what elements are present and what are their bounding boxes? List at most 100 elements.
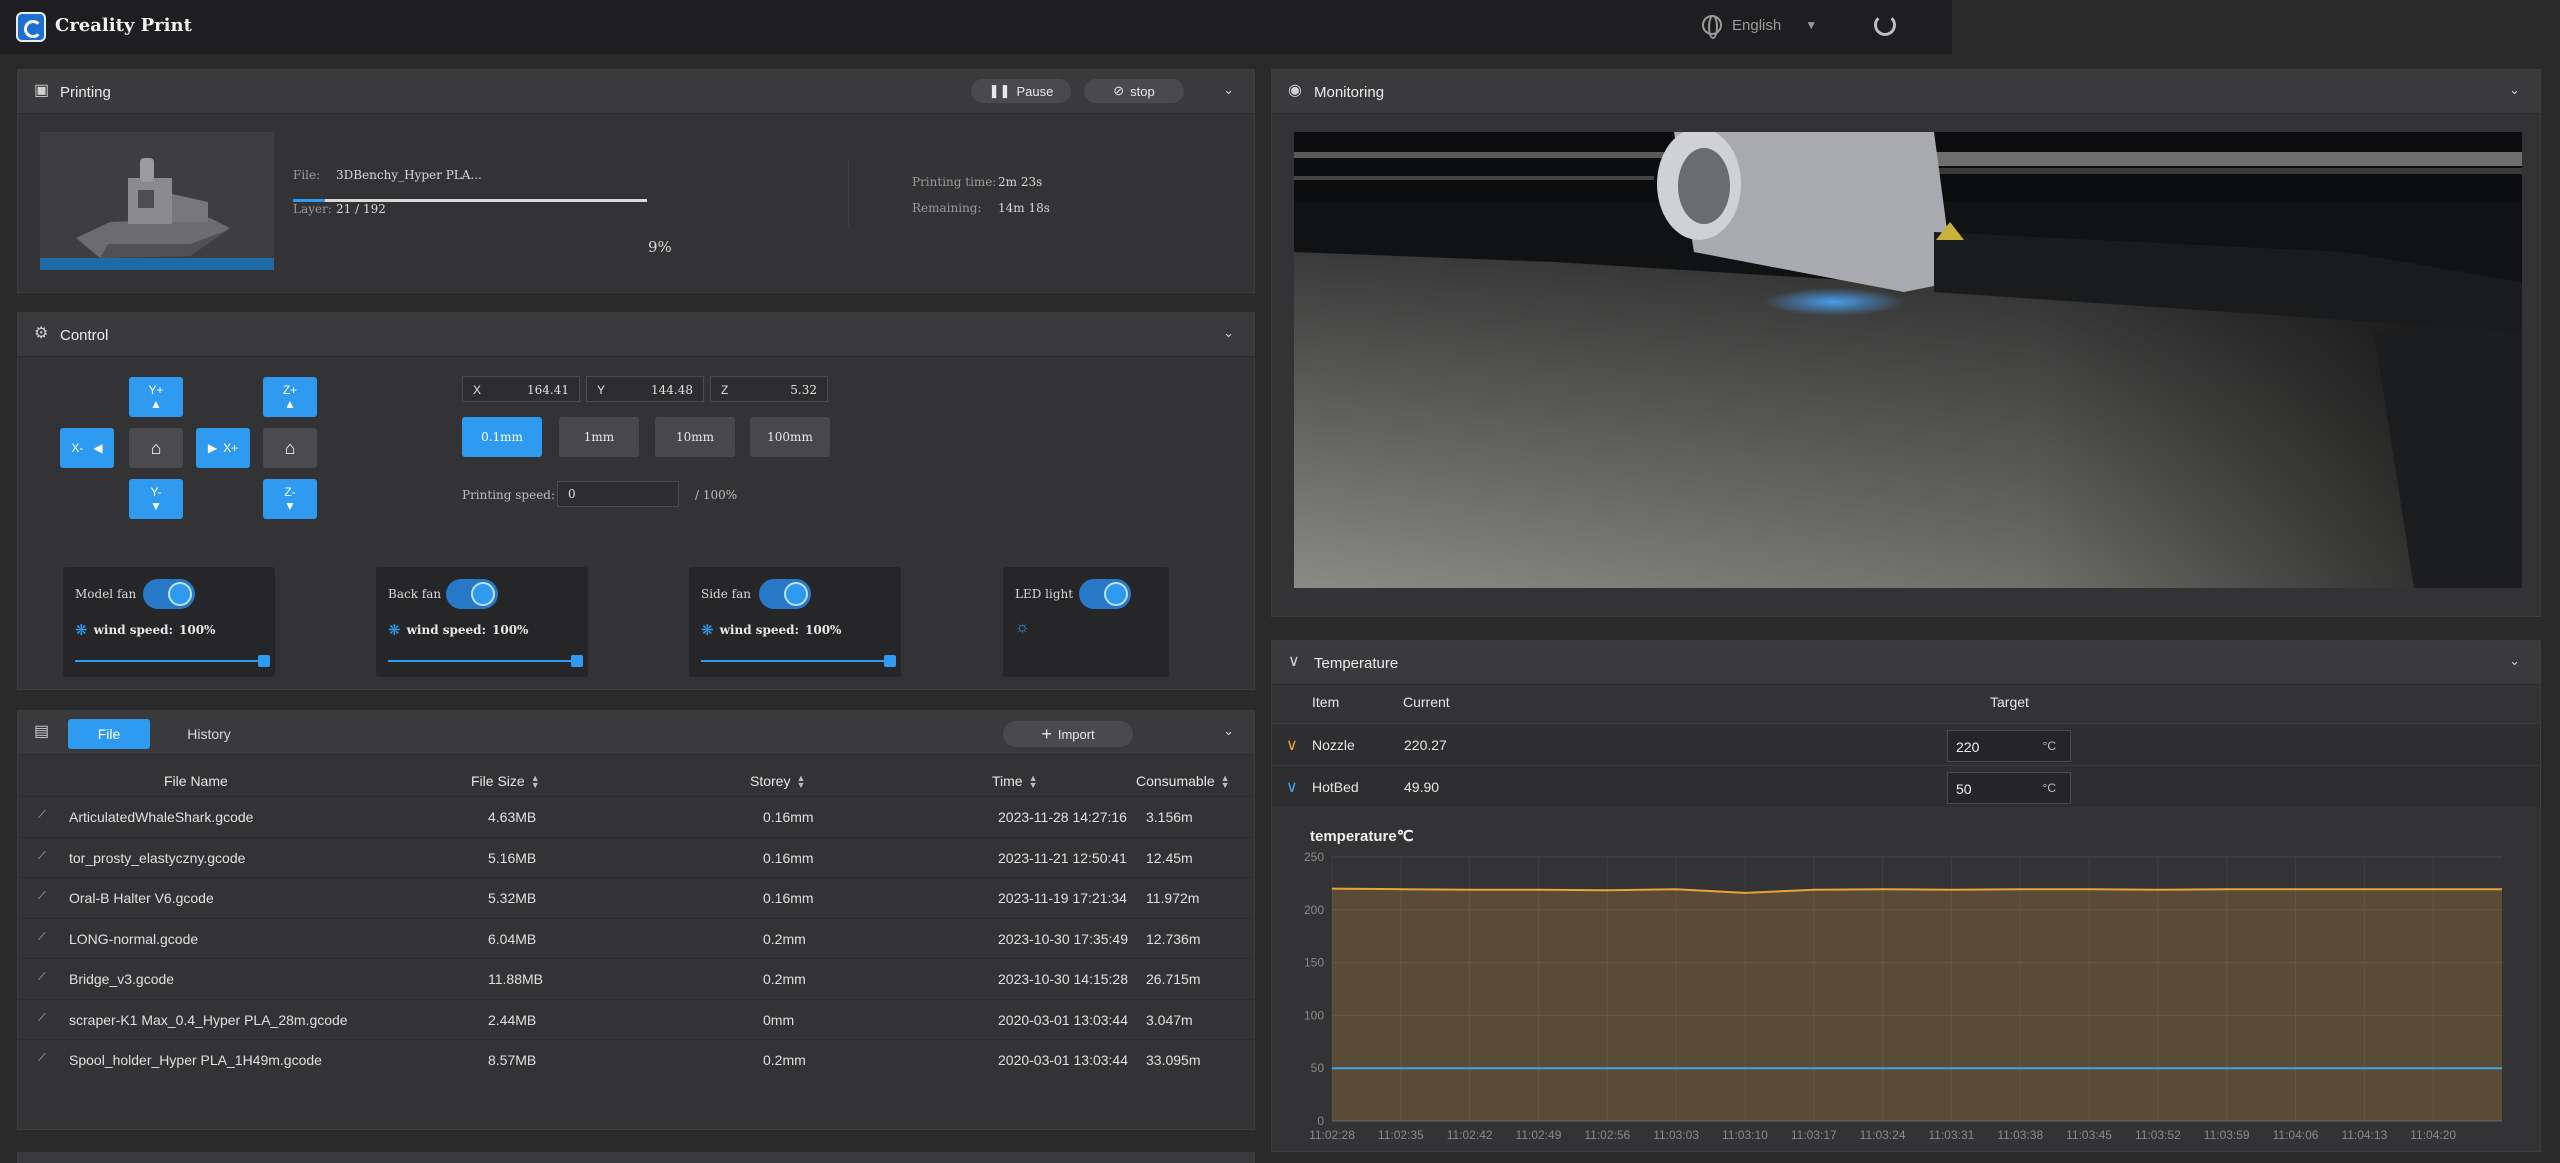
model-thumbnail: [40, 132, 274, 270]
tab-file[interactable]: File: [68, 719, 150, 749]
x-minus-button[interactable]: X- ◀: [60, 428, 114, 468]
nozzle-target-input[interactable]: 220 °C: [1947, 730, 2071, 762]
cell-storey: 0.16mm: [763, 849, 814, 866]
side-fan-toggle[interactable]: [759, 579, 811, 609]
table-row[interactable]: ⟋ LONG-normal.gcode 6.04MB 0.2mm 2023-10-30 …: [18, 917, 1254, 958]
build-plate: [40, 258, 274, 270]
stop-button[interactable]: ⊘ stop: [1084, 79, 1184, 103]
y-tick-label: 50: [1311, 1061, 1325, 1075]
cell-storey: 0mm: [763, 1011, 795, 1028]
nozzle-row: ∨ Nozzle 220.27 220 °C: [1272, 723, 2540, 765]
model-fan-slider[interactable]: [75, 655, 270, 667]
remaining-label: Remaining:: [912, 201, 982, 215]
step-1mm-button[interactable]: 1mm: [559, 417, 639, 457]
language-selector[interactable]: English ▼: [1702, 15, 1818, 39]
table-row[interactable]: ⟋ ArticulatedWhaleShark.gcode 4.63MB 0.16mm…: [18, 796, 1254, 836]
printing-speed-label: Printing speed:: [462, 488, 556, 502]
cell-size: 4.63MB: [488, 809, 537, 825]
sort-icon: ▲ ▼: [530, 773, 540, 791]
chevron-down-icon: ▼: [1805, 18, 1818, 32]
cell-time: 2023-11-19 17:21:34: [998, 890, 1127, 906]
col-storey[interactable]: Storey ▲ ▼: [750, 773, 806, 791]
side-fan-slider[interactable]: [701, 655, 896, 667]
home-icon: ⌂: [150, 437, 162, 458]
collapse-chevron-icon[interactable]: ⌄: [1223, 82, 1234, 98]
remaining-value: 14m 18s: [998, 201, 1050, 215]
hotbed-target-input[interactable]: 50 °C: [1947, 772, 2071, 804]
back-fan-toggle[interactable]: [446, 579, 498, 609]
gcode-file-icon: ⟋: [38, 809, 46, 821]
cell-consumable: 12.45m: [1146, 849, 1193, 866]
temperature-panel: ∨ Temperature ⌄ Item Current Target ∨ No…: [1271, 640, 2541, 1152]
col-time[interactable]: Time ▲ ▼: [992, 773, 1038, 790]
import-button[interactable]: + Import: [1003, 721, 1133, 747]
cell-name: Spool_holder_Hyper PLA_1H49m.gcode: [69, 1052, 322, 1068]
collapse-chevron-icon[interactable]: ⌄: [2509, 653, 2520, 669]
y-minus-button[interactable]: Y- ▼: [129, 479, 183, 519]
gcode-file-icon: ⟋: [38, 1011, 46, 1024]
printing-time-value: 2m 23s: [998, 175, 1043, 189]
printing-speed-input[interactable]: 0: [557, 481, 679, 507]
step-0.1mm-button[interactable]: 0.1mm: [462, 417, 542, 457]
camera-icon: ◉: [1288, 82, 1302, 99]
cell-consumable: 33.095m: [1146, 1052, 1201, 1068]
nozzle-current: 220.27: [1404, 737, 1447, 753]
step-10mm-button[interactable]: 10mm: [655, 417, 735, 457]
x-tick-label: 11:03:38: [1997, 1128, 2043, 1141]
collapse-chevron-icon[interactable]: ⌄: [2509, 82, 2520, 98]
x-tick-label: 11:04:20: [2410, 1128, 2456, 1141]
table-row[interactable]: ⟋ tor_prosty_elastyczny.gcode 5.16MB 0.16mm…: [18, 836, 1254, 877]
col-consumable[interactable]: Consumable ▲ ▼: [1136, 773, 1230, 790]
x-plus-button[interactable]: ▶ X+: [196, 428, 250, 468]
col-item: Item: [1312, 694, 1340, 710]
cell-size: 2.44MB: [488, 1011, 537, 1028]
control-panel: ⚙ Control ⌄ Y+ ▲ X- ◀ ⌂ ▶ X+ Y- ▼ Z+ ▲ ⌂ Z- ▼ …: [17, 312, 1255, 690]
hotbed-row: ∨ HotBed 49.90 50 °C: [1272, 765, 2540, 807]
print-progress-fill: [293, 199, 325, 202]
collapse-chevron-icon[interactable]: ⌄: [1223, 723, 1234, 739]
thermometer-icon: ∨: [1286, 737, 1298, 754]
arrow-left-icon: ◀: [93, 441, 103, 455]
x-tick-label: 11:02:28: [1309, 1128, 1355, 1141]
pause-button[interactable]: ❚❚ Pause: [971, 79, 1071, 103]
home-icon: ⌂: [284, 437, 296, 458]
z-minus-button[interactable]: Z- ▼: [263, 479, 317, 519]
cell-time: 2023-10-30 14:15:28: [998, 971, 1128, 987]
back-fan-slider[interactable]: [388, 655, 583, 667]
table-row[interactable]: ⟋ Spool_holder_Hyper PLA_1H49m.gcode 8.57M…: [18, 1039, 1254, 1079]
table-row[interactable]: ⟋ Oral-B Halter V6.gcode 5.32MB 0.16mm 2023-…: [18, 877, 1254, 917]
refresh-icon[interactable]: [1874, 14, 1896, 36]
cell-size: 6.04MB: [488, 930, 537, 947]
cell-name: Oral-B Halter V6.gcode: [69, 890, 214, 906]
x-tick-label: 11:03:45: [2066, 1128, 2112, 1141]
model-fan-toggle[interactable]: [143, 579, 195, 609]
led-light-toggle[interactable]: [1079, 579, 1131, 609]
cell-name: scraper-K1 Max_0.4_Hyper PLA_28m.gcode: [69, 1011, 348, 1028]
stop-icon: ⊘: [1113, 83, 1125, 98]
y-tick-label: 0: [1317, 1114, 1324, 1128]
x-tick-label: 11:03:10: [1722, 1128, 1768, 1141]
col-file-size[interactable]: File Size ▲ ▼: [471, 773, 540, 791]
collapse-chevron-icon[interactable]: ⌄: [1223, 325, 1234, 341]
control-header: ⚙ Control ⌄: [18, 313, 1254, 357]
thermometer-icon: ∨: [1286, 779, 1298, 796]
tab-history[interactable]: History: [168, 719, 250, 749]
z-plus-button[interactable]: Z+ ▲: [263, 377, 317, 417]
cell-consumable: 3.047m: [1146, 1011, 1193, 1028]
cell-name: Bridge_v3.gcode: [69, 971, 175, 987]
benchy-model-image: [76, 158, 230, 258]
gcode-file-icon: ⟋: [38, 971, 46, 983]
chart-title: temperature℃: [1310, 828, 1414, 845]
x-tick-label: 11:04:06: [2273, 1128, 2319, 1141]
table-row[interactable]: ⟋ scraper-K1 Max_0.4_Hyper PLA_28m.gcode 2…: [18, 998, 1254, 1039]
table-row[interactable]: ⟋ Bridge_v3.gcode 11.88MB 0.2mm 2023-10-30 1…: [18, 958, 1254, 998]
step-100mm-button[interactable]: 100mm: [750, 417, 830, 457]
home-z-button[interactable]: ⌂: [263, 428, 317, 468]
cell-consumable: 11.972m: [1146, 890, 1200, 906]
y-plus-button[interactable]: Y+ ▲: [129, 377, 183, 417]
cell-name: LONG-normal.gcode: [69, 930, 199, 947]
sort-icon: ▲ ▼: [796, 773, 806, 791]
home-xy-button[interactable]: ⌂: [129, 428, 183, 468]
x-tick-label: 11:02:49: [1516, 1128, 1562, 1141]
printing-panel: ▣ Printing ❚❚ Pause ⊘ stop ⌄ File: 3DBen…: [17, 69, 1255, 293]
